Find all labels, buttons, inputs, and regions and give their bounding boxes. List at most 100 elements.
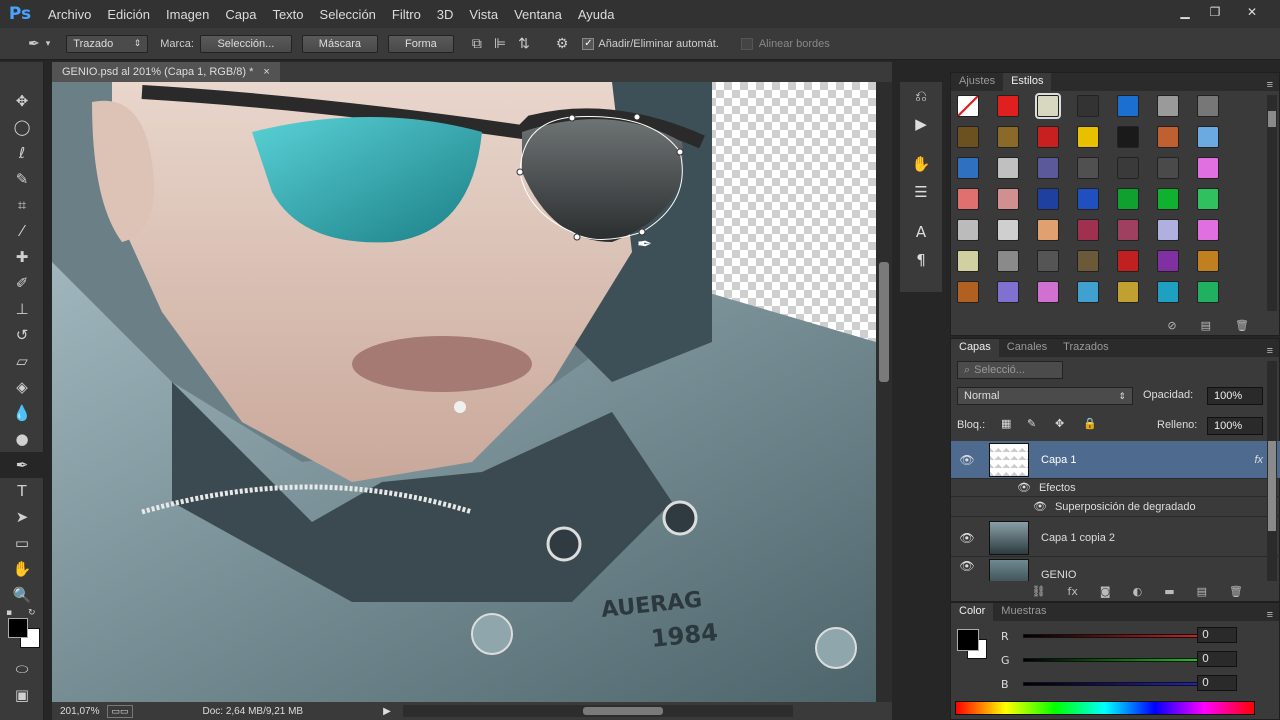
crop-tool-icon[interactable]: ⌗ — [0, 192, 44, 218]
document-canvas[interactable]: AUERAG 1984 ✒ — [52, 82, 876, 702]
style-swatch[interactable] — [1157, 281, 1179, 303]
style-swatch[interactable] — [1037, 157, 1059, 179]
document-tab[interactable]: GENIO.psd al 201% (Capa 1, RGB/8) * × — [52, 62, 280, 82]
history-brush-tool-icon[interactable]: ↺ — [0, 322, 44, 348]
menu-texto[interactable]: Texto — [264, 7, 311, 22]
rectangle-tool-icon[interactable]: ▭ — [0, 530, 44, 556]
tab-canales[interactable]: Canales — [999, 339, 1055, 357]
fill-field[interactable]: 100% — [1207, 417, 1263, 435]
anchor-point[interactable] — [568, 114, 576, 122]
style-swatch[interactable] — [1157, 250, 1179, 272]
style-swatch[interactable] — [1077, 188, 1099, 210]
gear-icon[interactable]: ⚙ — [556, 35, 569, 52]
tool-presets-icon[interactable]: ✋ — [900, 150, 942, 178]
close-window-button[interactable]: ✕ — [1232, 4, 1272, 20]
clear-style-icon[interactable]: ⊘ — [1167, 319, 1176, 332]
eraser-tool-icon[interactable]: ▱ — [0, 348, 44, 374]
style-swatch[interactable] — [957, 219, 979, 241]
style-swatch[interactable] — [957, 126, 979, 148]
style-swatch[interactable] — [1117, 95, 1139, 117]
paint-bucket-tool-icon[interactable]: ◈ — [0, 374, 44, 400]
anchor-point[interactable] — [516, 168, 524, 176]
status-arrow-icon[interactable]: ▶ — [383, 706, 391, 717]
menu-edicion[interactable]: Edición — [99, 7, 158, 22]
channel-value-field[interactable]: 0 — [1197, 627, 1237, 643]
status-icon[interactable]: ▭▭ — [107, 704, 133, 718]
link-layers-icon[interactable]: ⛓ — [1032, 585, 1046, 598]
style-swatch[interactable] — [1157, 157, 1179, 179]
type-tool-icon[interactable]: T — [0, 478, 44, 504]
channel-slider[interactable] — [1023, 634, 1199, 638]
style-swatch[interactable] — [957, 157, 979, 179]
style-swatch[interactable] — [997, 95, 1019, 117]
quick-mask-icon[interactable]: ⬭ — [0, 656, 44, 682]
style-swatch[interactable] — [997, 219, 1019, 241]
delete-style-icon[interactable]: 🗑 — [1235, 319, 1249, 332]
menu-filtro[interactable]: Filtro — [384, 7, 429, 22]
mode-select[interactable]: Trazado ⇕ — [66, 34, 149, 53]
style-swatch[interactable] — [1197, 95, 1219, 117]
healing-brush-tool-icon[interactable]: ✚ — [0, 244, 44, 270]
layer-effect-item-row[interactable]: 👁 Superposición de degradado — [951, 497, 1280, 517]
screen-mode-icon[interactable]: ▣ — [0, 682, 44, 708]
style-swatch[interactable] — [1117, 281, 1139, 303]
path-select-tool-icon[interactable]: ➤ — [0, 504, 44, 530]
layer-filter-select[interactable]: ⌕ Selecció... — [957, 361, 1063, 379]
tab-trazados[interactable]: Trazados — [1055, 339, 1116, 357]
style-swatch[interactable] — [1197, 250, 1219, 272]
pen-tool-icon-active[interactable]: ✒ — [0, 452, 44, 478]
eyedropper-tool-icon[interactable]: ⁄ — [0, 218, 44, 244]
channel-slider[interactable] — [1023, 658, 1199, 662]
anchor-point[interactable] — [676, 148, 684, 156]
horizontal-scrollbar[interactable] — [402, 705, 793, 717]
tab-color[interactable]: Color — [951, 603, 994, 621]
dodge-tool-icon[interactable]: ● — [0, 426, 44, 452]
style-swatch[interactable] — [997, 188, 1019, 210]
tab-estilos[interactable]: Estilos — [1003, 73, 1052, 91]
menu-archivo[interactable]: Archivo — [40, 7, 99, 22]
properties-icon[interactable]: ☰ — [900, 178, 942, 206]
eye-icon[interactable]: 👁 — [951, 559, 983, 573]
menu-seleccion[interactable]: Selección — [312, 7, 384, 22]
eye-icon[interactable]: 👁 — [1033, 500, 1047, 513]
layer-row-capa-1[interactable]: 👁 Capa 1 fx — [951, 441, 1280, 479]
move-tool-icon[interactable]: ✥ — [0, 88, 44, 114]
history-icon[interactable]: ⎌ — [900, 82, 942, 110]
style-swatch[interactable] — [1077, 281, 1099, 303]
style-swatch[interactable] — [1117, 126, 1139, 148]
add-mask-icon[interactable]: ◙ — [1100, 585, 1111, 598]
layers-panel-menu-icon[interactable]: ≡ — [1267, 345, 1273, 357]
menu-3d[interactable]: 3D — [429, 7, 462, 22]
blend-mode-select[interactable]: Normal ⇕ — [957, 387, 1133, 405]
tab-capas[interactable]: Capas — [951, 339, 999, 357]
chevron-down-icon[interactable]: ▾ — [46, 38, 51, 49]
panel-menu-icon[interactable]: ≡ — [1267, 79, 1273, 91]
style-swatch[interactable] — [997, 157, 1019, 179]
foreground-color-chip[interactable] — [957, 629, 979, 651]
menu-imagen[interactable]: Imagen — [158, 7, 217, 22]
channel-value-field[interactable]: 0 — [1197, 675, 1237, 691]
style-swatch[interactable] — [1157, 219, 1179, 241]
style-swatch[interactable] — [1077, 95, 1099, 117]
menu-capa[interactable]: Capa — [217, 7, 264, 22]
style-swatch[interactable] — [957, 250, 979, 272]
eye-icon[interactable]: 👁 — [951, 453, 983, 467]
zoom-tool-icon[interactable]: 🔍 — [0, 582, 44, 608]
forma-button[interactable]: Forma — [387, 34, 454, 53]
color-panel-menu-icon[interactable]: ≡ — [1267, 609, 1273, 621]
marquee-tool-icon[interactable]: ◯ — [0, 114, 44, 140]
blur-tool-icon[interactable]: 💧 — [0, 400, 44, 426]
lock-image-icon[interactable]: ✎ — [1027, 417, 1036, 430]
styles-scrollbar-thumb[interactable] — [1268, 111, 1276, 127]
new-style-icon[interactable]: ▤ — [1201, 319, 1211, 332]
swap-colors-icon[interactable]: ↻ — [28, 608, 36, 618]
path-operations-icon[interactable]: ⧉ — [472, 35, 482, 52]
style-swatch[interactable] — [957, 281, 979, 303]
layer-row-genio[interactable]: 👁 GENIO — [951, 557, 1280, 583]
fx-badge[interactable]: fx — [1254, 454, 1263, 466]
style-swatch[interactable] — [1117, 157, 1139, 179]
channel-value-field[interactable]: 0 — [1197, 651, 1237, 667]
style-swatch[interactable] — [1197, 188, 1219, 210]
character-icon[interactable]: A — [900, 218, 942, 246]
close-tab-icon[interactable]: × — [263, 66, 269, 78]
